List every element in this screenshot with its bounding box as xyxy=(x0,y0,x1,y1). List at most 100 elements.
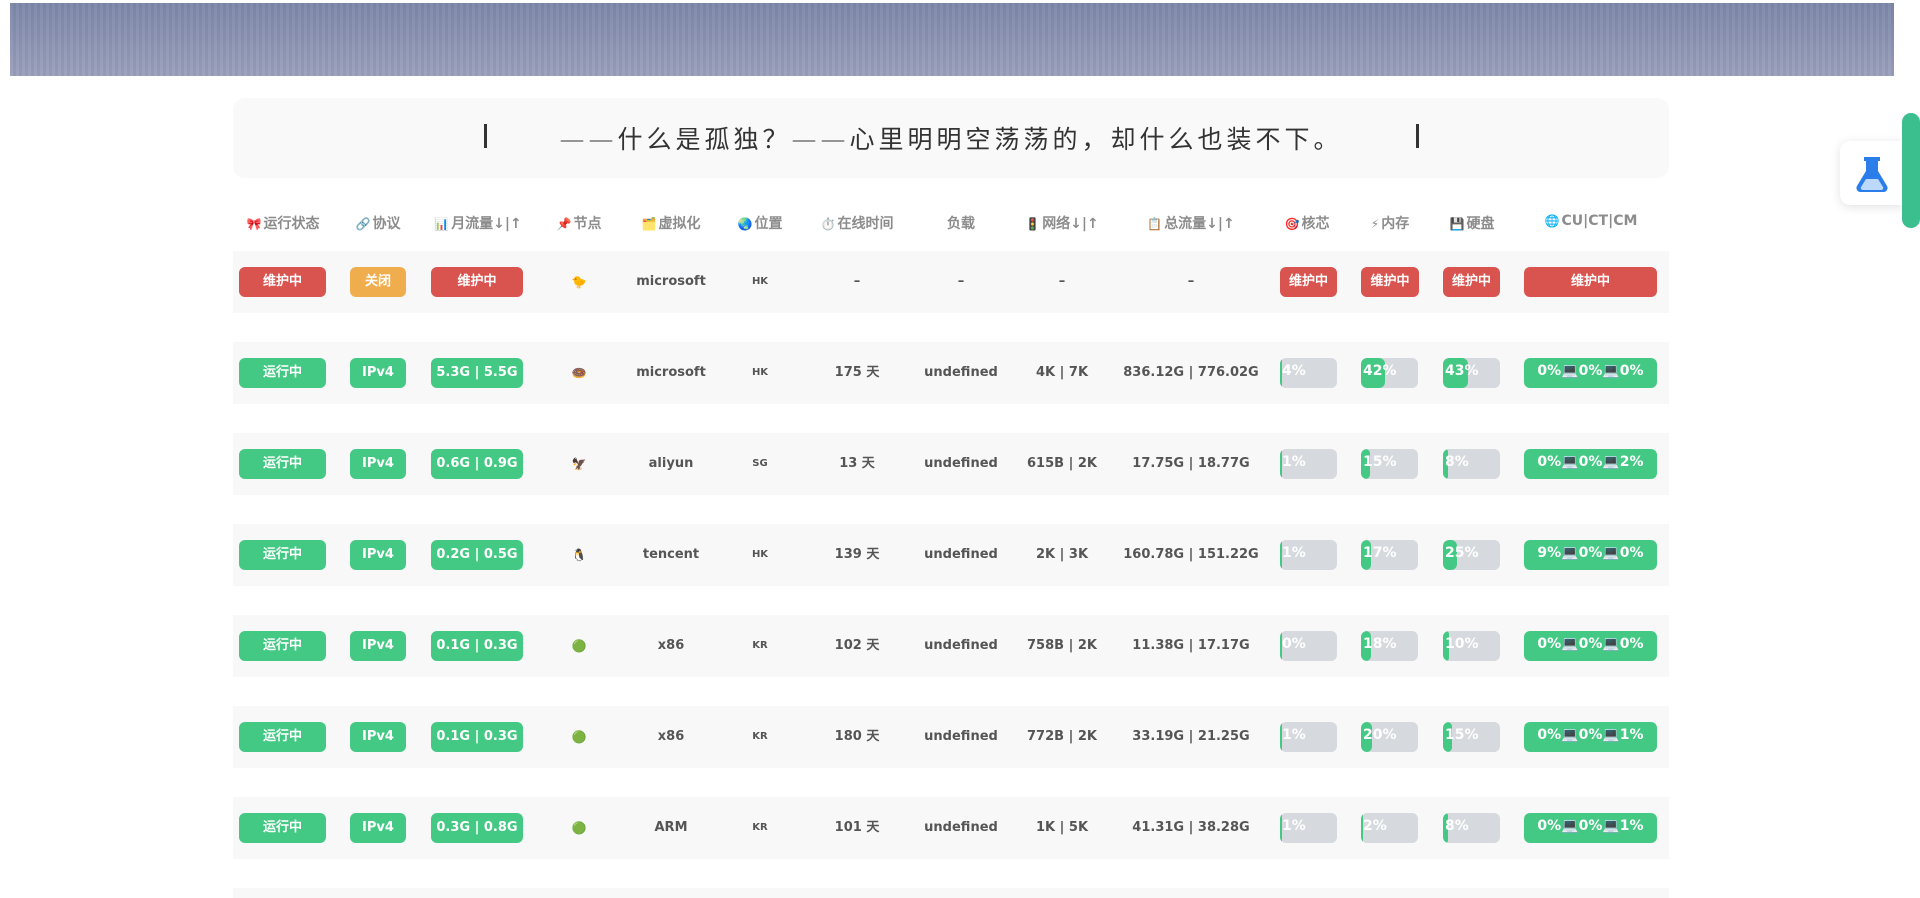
status-badge: 维护中 xyxy=(239,267,326,297)
column-header: ⚡ 内存 xyxy=(1371,213,1409,233)
server-status-table: 🎀 运行状态 🔗 协议 📊 月流量↓|↑ 📌 节点 🗂️ 虚拟化 🌏 位置 ⏱️ 在线时间 负载 🚦 网络↓|↑… xyxy=(233,196,1669,898)
table-row: 运行中 IPv4 0.2G | 0.5G 🐧 tencent HK 139 天 undefin… xyxy=(233,524,1669,586)
column-header: 📊 月流量↓|↑ xyxy=(434,213,522,233)
protocol-badge: IPv4 xyxy=(350,631,406,661)
total-traffic-cell: 33.19G | 21.25G xyxy=(1132,729,1250,744)
column-header-label: 核芯 xyxy=(1301,216,1330,232)
memory-usage-bar-label: 15% xyxy=(1363,454,1397,470)
virtualization-cell: x86 xyxy=(657,729,685,744)
node-icon: 🍩 xyxy=(571,366,587,380)
cpu-usage-bar-label: 1% xyxy=(1282,818,1306,834)
disk-badge: 维护中 xyxy=(1443,267,1500,297)
uptime-cell: 13 天 xyxy=(839,456,875,471)
column-header-label: 硬盘 xyxy=(1466,216,1495,232)
column-header-icon: ⚡ xyxy=(1370,217,1380,231)
status-badge: 运行中 xyxy=(239,358,326,388)
virtualization-cell: x86 xyxy=(657,638,685,653)
memory-usage-bar-label: 17% xyxy=(1363,545,1397,561)
column-header-label: 网络↓|↑ xyxy=(1042,216,1099,232)
disk-usage-bar-label: 8% xyxy=(1445,818,1469,834)
network-cell: 2K | 3K xyxy=(1035,547,1089,562)
monthly-traffic-badge: 0.3G | 0.8G xyxy=(431,813,523,843)
protocol-badge: IPv4 xyxy=(350,722,406,752)
location-cell: HK xyxy=(751,549,769,560)
memory-badge: 维护中 xyxy=(1361,267,1419,297)
disk-usage-bar: 15% xyxy=(1443,722,1500,752)
uptime-cell: 175 天 xyxy=(834,365,880,380)
load-cell: undefined xyxy=(924,729,998,744)
location-cell: HK xyxy=(751,276,769,287)
location-cell: SG xyxy=(752,458,768,469)
uptime-cell: 101 天 xyxy=(834,820,880,835)
total-traffic-cell: 11.38G | 17.17G xyxy=(1132,638,1250,653)
cpu-usage-bar-label: 1% xyxy=(1282,545,1306,561)
disk-usage-bar-label: 10% xyxy=(1445,636,1479,652)
column-header-label: 月流量↓|↑ xyxy=(451,216,522,232)
quote-box: ——什么是孤独？——心里明明空荡荡的，却什么也装不下。 xyxy=(233,98,1669,178)
status-badge: 运行中 xyxy=(239,540,326,570)
column-header-icon: 🚦 xyxy=(1025,217,1041,231)
header-banner-image xyxy=(10,3,1894,76)
memory-usage-bar-label: 42% xyxy=(1363,363,1397,379)
column-header-label: 负载 xyxy=(947,216,975,232)
load-cell: undefined xyxy=(924,365,998,380)
protocol-badge: IPv4 xyxy=(350,358,406,388)
lab-button[interactable] xyxy=(1840,141,1904,205)
column-header-icon: 🎀 xyxy=(246,217,262,231)
network-cell: – xyxy=(1058,274,1066,289)
memory-usage-bar: 17% xyxy=(1361,540,1418,570)
isp-packet-loss-badge: 0%💻0%💻2% xyxy=(1524,449,1657,479)
load-cell: undefined xyxy=(924,547,998,562)
isp-packet-loss-badge: 0%💻0%💻0% xyxy=(1524,358,1657,388)
column-header: 📋 总流量↓|↑ xyxy=(1147,213,1235,233)
total-traffic-cell: – xyxy=(1187,274,1195,289)
load-cell: undefined xyxy=(924,638,998,653)
uptime-cell: 139 天 xyxy=(834,547,880,562)
disk-usage-bar: 25% xyxy=(1443,540,1500,570)
column-header-label: 在线时间 xyxy=(837,216,894,232)
node-icon: 🐤 xyxy=(571,275,587,289)
node-icon: 🐧 xyxy=(571,548,587,562)
memory-usage-bar: 20% xyxy=(1361,722,1418,752)
isp-packet-loss-badge: 0%💻0%💻1% xyxy=(1524,813,1657,843)
load-cell: – xyxy=(957,274,965,289)
memory-usage-bar: 2% xyxy=(1361,813,1418,843)
column-header-icon: 🎯 xyxy=(1284,217,1300,231)
disk-usage-bar: 8% xyxy=(1443,449,1500,479)
isp-badge: 维护中 xyxy=(1524,267,1657,297)
column-header-icon: 🗂️ xyxy=(641,217,657,231)
monthly-traffic-badge: 5.3G | 5.5G xyxy=(431,358,523,388)
cpu-usage-bar: 0% xyxy=(1280,631,1337,661)
protocol-badge: 关闭 xyxy=(350,267,406,297)
memory-usage-bar-label: 2% xyxy=(1363,818,1387,834)
memory-usage-bar: 18% xyxy=(1361,631,1418,661)
memory-usage-bar-label: 20% xyxy=(1363,727,1397,743)
node-icon: 🦅 xyxy=(571,457,587,471)
virtualization-cell: microsoft xyxy=(636,365,706,380)
table-row: 运行中 IPv4 0.6G | 0.9G 🦅 aliyun SG 13 天 undefined… xyxy=(233,433,1669,495)
quote-text: ——什么是孤独？——心里明明空荡荡的，却什么也装不下。 xyxy=(559,125,1343,154)
monthly-traffic-badge: 维护中 xyxy=(431,267,523,297)
cpu-usage-bar-label: 4% xyxy=(1282,363,1306,379)
column-header: ⏱️ 在线时间 xyxy=(821,213,894,233)
virtualization-cell: tencent xyxy=(642,547,700,562)
uptime-cell: 180 天 xyxy=(834,729,880,744)
column-header-label: 总流量↓|↑ xyxy=(1164,216,1235,232)
location-cell: KR xyxy=(752,731,768,742)
cpu-usage-bar: 4% xyxy=(1280,358,1337,388)
column-header: 🚦 网络↓|↑ xyxy=(1025,213,1099,233)
disk-usage-bar-label: 25% xyxy=(1445,545,1479,561)
column-header: 🌐 CU|CT|CM xyxy=(1545,213,1638,229)
load-cell: undefined xyxy=(924,820,998,835)
virtualization-cell: microsoft xyxy=(636,274,706,289)
monthly-traffic-badge: 0.1G | 0.3G xyxy=(431,722,523,752)
column-header: 负载 xyxy=(947,213,975,233)
network-cell: 1K | 5K xyxy=(1035,820,1089,835)
scrollbar-thumb[interactable] xyxy=(1902,113,1920,228)
node-icon: 🟢 xyxy=(571,821,587,835)
column-header: 🔗 协议 xyxy=(356,213,401,233)
monthly-traffic-badge: 0.1G | 0.3G xyxy=(431,631,523,661)
column-header-label: 位置 xyxy=(754,216,783,232)
status-badge: 运行中 xyxy=(239,449,326,479)
column-header: 🌏 位置 xyxy=(738,213,783,233)
